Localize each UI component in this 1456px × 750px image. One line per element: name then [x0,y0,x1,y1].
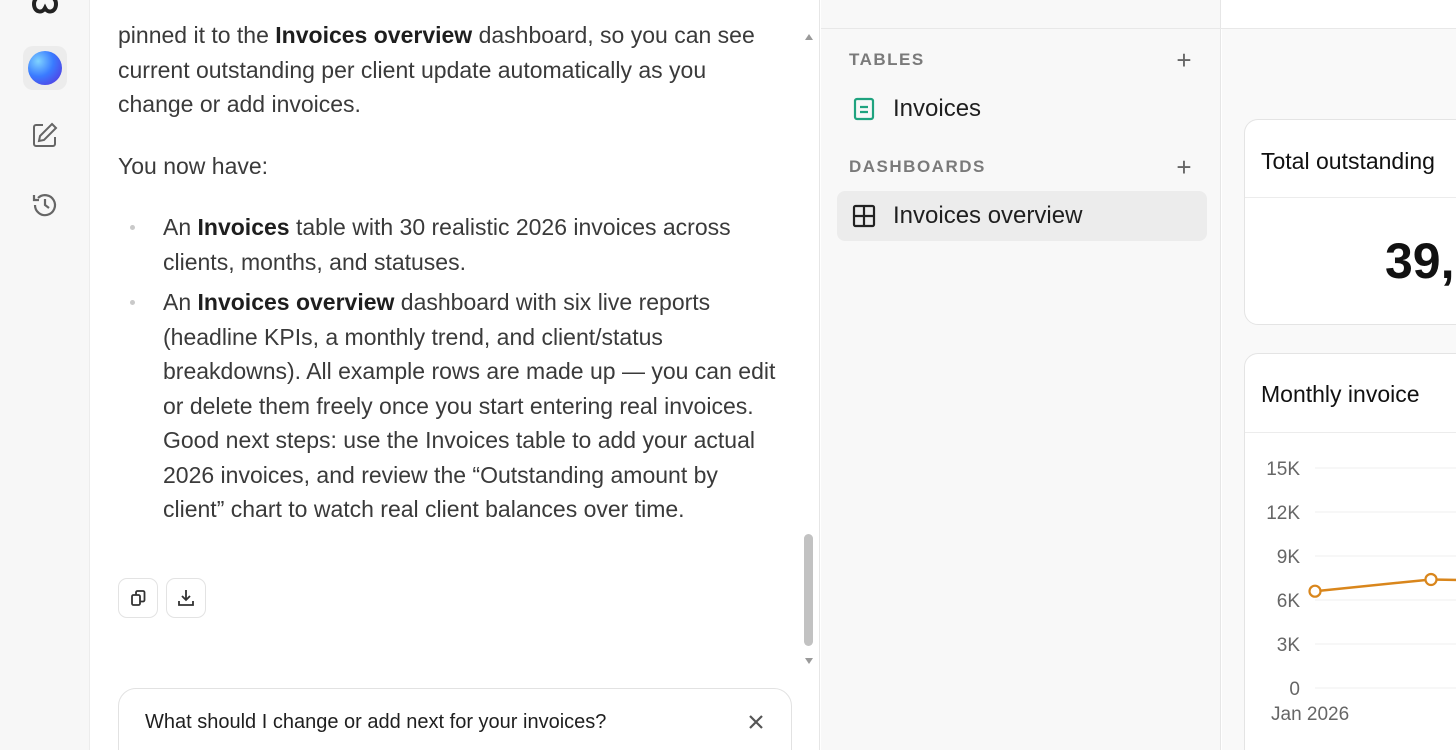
add-dashboard-button[interactable]: + [1173,154,1195,180]
kpi-title: Total outstanding [1261,148,1435,174]
close-button[interactable] [745,711,767,733]
message-paragraph: pinned it to the Invoices overview dashb… [118,22,755,117]
dashboard-canvas: Total outstanding 39, Monthly invoice 03… [1222,29,1456,750]
close-icon [749,715,763,729]
y-tick-label: 9K [1277,547,1301,568]
avatar [28,51,62,85]
suggestion-card[interactable]: What should I change or add next for you… [118,688,792,750]
sidebar-item-invoices-overview[interactable]: Invoices overview [837,191,1207,241]
message-actions [118,578,206,618]
workspace-nav: TABLES + Invoices DASHBOARDS + Invoices … [821,0,1221,750]
x-tick-label: Jan 2026 [1271,704,1349,725]
sidebar-item-invoices[interactable]: Invoices [837,84,1207,134]
message-paragraph: You now have: [118,152,269,179]
compose-icon[interactable] [26,116,64,154]
scroll-up-arrow[interactable] [805,34,813,40]
y-tick-label: 12K [1266,503,1300,524]
sidebar-item-label: Invoices [893,95,982,122]
list-item: An Invoices overview dashboard with six … [118,285,783,527]
y-tick-label: 15K [1266,459,1300,480]
y-tick-label: 0 [1289,679,1300,700]
assistant-message: pinned it to the Invoices overview dashb… [118,18,783,533]
logo-icon[interactable] [26,0,64,20]
chat-panel: pinned it to the Invoices overview dashb… [90,0,820,750]
dashboard-grid-icon [851,203,877,229]
tables-section-label: TABLES [849,50,925,69]
data-point[interactable] [1308,584,1322,598]
download-button[interactable] [166,578,206,618]
chart-card[interactable]: Monthly invoice 0 3K 6K 9K 12K 15K Jan 2026 [1244,353,1456,750]
avatar-button[interactable] [23,46,67,90]
kpi-value: 39, [1385,233,1455,289]
line-chart: 0 3K 6K 9K 12K 15K Jan 2026 [1266,459,1456,725]
history-icon[interactable] [26,186,64,224]
copy-icon [131,590,146,606]
download-icon [178,590,194,606]
chat-scrollbar[interactable] [804,34,814,664]
copy-button[interactable] [118,578,158,618]
app-rail [0,0,90,750]
add-table-button[interactable]: + [1173,47,1195,73]
y-tick-label: 6K [1277,591,1301,612]
suggestion-text: What should I change or add next for you… [145,711,607,733]
scroll-down-arrow[interactable] [805,658,813,664]
y-tick-label: 3K [1277,635,1301,656]
scroll-thumb[interactable] [804,534,813,646]
sidebar-item-label: Invoices overview [893,202,1083,229]
dashboards-section-label: DASHBOARDS [849,157,986,176]
list-item: An Invoices table with 30 realistic 2026… [118,210,783,279]
summary-list: An Invoices table with 30 realistic 2026… [118,210,783,527]
kpi-card[interactable]: Total outstanding 39, [1244,119,1456,325]
data-point[interactable] [1424,572,1438,587]
card-divider [1245,197,1456,198]
table-icon [851,96,877,122]
